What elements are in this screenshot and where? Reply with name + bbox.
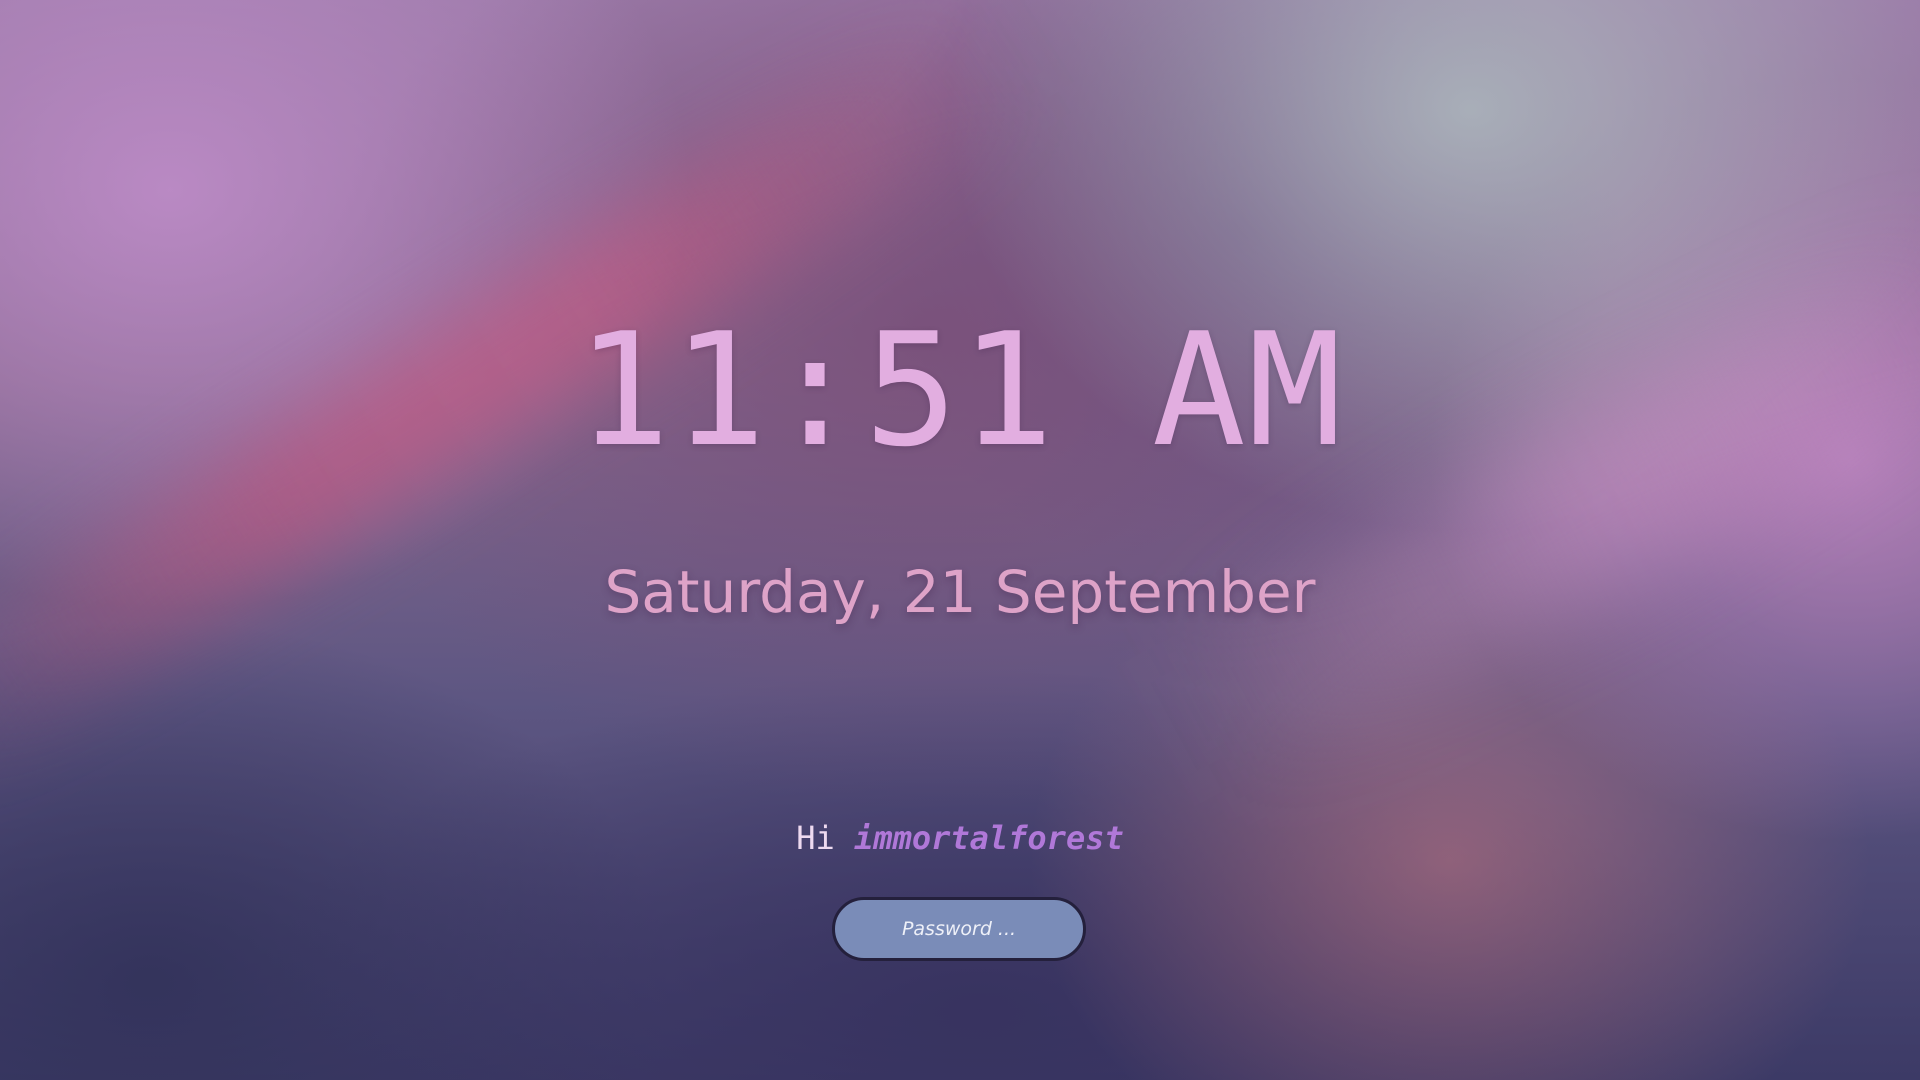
greeting-prefix: Hi (796, 819, 855, 857)
password-field[interactable] (832, 897, 1086, 961)
user-greeting: Hi immortalforest (0, 818, 1920, 858)
clock-time: 11:51 AM (576, 299, 1344, 481)
username-label: immortalforest (854, 819, 1124, 857)
date-label: Saturday, 21 September (604, 558, 1316, 626)
password-input[interactable] (835, 899, 1083, 959)
